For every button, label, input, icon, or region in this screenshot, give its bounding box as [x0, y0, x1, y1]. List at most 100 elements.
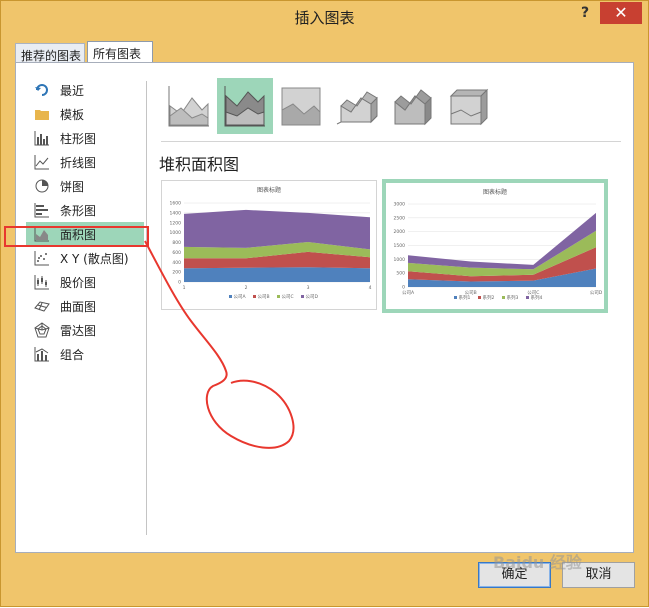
- area-series-4: [184, 209, 370, 250]
- y-tick-label: 1400: [170, 210, 182, 216]
- legend-label: 公司B: [258, 294, 270, 300]
- sidebar-item-column[interactable]: 柱形图: [26, 126, 144, 150]
- area-series-1: [184, 267, 370, 282]
- chart-svg: 0 200 400 600 800 1000 1200 1400 1600 1 2 3 4 公司A 公司B 公…: [170, 201, 372, 301]
- line-chart-icon: [34, 154, 50, 170]
- y-tick-label: 1000: [170, 230, 182, 236]
- y-tick-label: 2500: [394, 215, 406, 221]
- all-charts-panel: 最近 模板 柱形图 折线图 饼图 条形图 面积图 X Y (散点图) 股价图 曲…: [15, 62, 634, 553]
- subtype-3d-100-stacked-area[interactable]: [441, 78, 497, 134]
- insert-chart-dialog: 插入图表 ? ✕ 推荐的图表 所有图表 最近 模板 柱形图 折线图 饼图 条形图…: [0, 0, 649, 607]
- bar-chart-icon: [34, 202, 50, 218]
- chart-type-title: 堆积面积图: [159, 155, 240, 174]
- sidebar-item-line[interactable]: 折线图: [26, 150, 144, 174]
- y-tick-label: 400: [172, 260, 181, 266]
- chart-preview-2[interactable]: 图表标题 0 500 1000 1500 2000 2500 3000 公司A 公司B 公司C 公司…: [382, 179, 608, 313]
- legend-label: 公司C: [282, 294, 294, 300]
- close-button[interactable]: ✕: [600, 2, 642, 24]
- y-tick-label: 1000: [394, 257, 406, 263]
- sidebar-item-label: 组合: [60, 347, 85, 362]
- sidebar-item-label: 折线图: [60, 155, 97, 170]
- y-tick-label: 3000: [394, 202, 406, 208]
- sidebar-item-stock[interactable]: 股价图: [26, 270, 144, 294]
- 3d-area-subtype-icon: [336, 91, 378, 125]
- gallery-divider: [161, 141, 621, 142]
- y-tick-label: 0: [178, 280, 181, 286]
- pie-chart-icon: [34, 178, 50, 194]
- area-chart-icon: [34, 226, 50, 242]
- y-tick-label: 600: [172, 250, 181, 256]
- undo-icon: [34, 82, 50, 98]
- legend-label: 系列2: [483, 294, 495, 301]
- legend-swatch: [454, 296, 457, 299]
- legend-swatch: [526, 296, 529, 299]
- subtype-stacked-area[interactable]: [217, 78, 273, 134]
- sidebar-item-label: 条形图: [60, 203, 97, 218]
- subtype-100-stacked-area[interactable]: [273, 78, 329, 134]
- area-subtype-icon: [168, 86, 209, 127]
- legend-swatch: [478, 296, 481, 299]
- sidebar-item-label: X Y (散点图): [60, 251, 129, 266]
- 100-stacked-area-subtype-icon: [281, 87, 321, 126]
- sidebar-item-label: 曲面图: [60, 299, 97, 314]
- sidebar-item-templates[interactable]: 模板: [26, 102, 144, 126]
- sidebar-item-label: 雷达图: [60, 323, 97, 338]
- x-tick-label: 公司A: [402, 290, 415, 296]
- legend-label: 公司A: [234, 294, 247, 300]
- surface-chart-icon: [34, 298, 50, 314]
- sidebar-item-bar[interactable]: 条形图: [26, 198, 144, 222]
- y-tick-label: 800: [172, 240, 181, 246]
- sidebar-item-label: 最近: [60, 83, 85, 98]
- sidebar-item-label: 柱形图: [60, 131, 97, 146]
- 3d-100-stacked-area-subtype-icon: [449, 88, 489, 126]
- legend-swatch: [253, 295, 256, 298]
- dialog-title: 插入图表: [294, 9, 355, 27]
- sidebar-item-scatter[interactable]: X Y (散点图): [26, 246, 144, 270]
- x-tick-label: 2: [245, 285, 248, 291]
- sidebar-item-area[interactable]: 面积图: [26, 222, 144, 246]
- legend-label: 系列1: [459, 294, 471, 301]
- legend-swatch: [502, 296, 505, 299]
- tab-all-charts[interactable]: 所有图表: [87, 41, 153, 63]
- sidebar-item-radar[interactable]: 雷达图: [26, 318, 144, 342]
- combo-chart-icon: [34, 346, 50, 362]
- watermark: Baidu 经验: [493, 553, 582, 572]
- y-tick-label: 1200: [170, 220, 182, 226]
- x-tick-label: 3: [307, 285, 310, 291]
- subtype-3d-stacked-area[interactable]: [385, 78, 441, 134]
- legend-label: 系列4: [531, 294, 543, 301]
- title-bar: 插入图表 ? ✕: [1, 1, 648, 31]
- subtype-area[interactable]: [161, 78, 217, 134]
- tab-recommended-charts[interactable]: 推荐的图表: [15, 43, 85, 63]
- legend-swatch: [229, 295, 232, 298]
- 3d-stacked-area-subtype-icon: [394, 89, 432, 126]
- y-tick-label: 500: [396, 271, 405, 277]
- sidebar-item-label: 面积图: [60, 227, 97, 242]
- stacked-area-subtype-icon: [224, 86, 265, 127]
- sidebar-item-surface[interactable]: 曲面图: [26, 294, 144, 318]
- legend-swatch: [277, 295, 280, 298]
- x-tick-label: 1: [183, 285, 186, 291]
- y-tick-label: 1600: [170, 201, 182, 207]
- sidebar-item-recent[interactable]: 最近: [26, 78, 144, 102]
- sidebar-item-label: 模板: [60, 107, 85, 122]
- legend-swatch: [301, 295, 304, 298]
- subtype-3d-area[interactable]: [329, 78, 385, 134]
- radar-chart-icon: [34, 322, 50, 338]
- y-tick-label: 200: [172, 270, 181, 276]
- legend-label: 系列3: [507, 294, 519, 301]
- sidebar-item-pie[interactable]: 饼图: [26, 174, 144, 198]
- x-tick-label: 4: [369, 285, 372, 291]
- y-tick-label: 1500: [394, 243, 406, 249]
- chart-category-list: 最近 模板 柱形图 折线图 饼图 条形图 面积图 X Y (散点图) 股价图 曲…: [26, 78, 144, 366]
- scatter-chart-icon: [34, 250, 50, 266]
- chart-preview-1[interactable]: 图表标题 0 200 400 600 800 1000 1200 1400 1600 1 2 3 4 公司…: [161, 180, 377, 310]
- chart-svg: 050010001500200025003000公司A 公司B 公司C 公司D系列1 系…: [394, 202, 603, 302]
- help-button[interactable]: ?: [578, 5, 592, 21]
- sidebar-item-label: 饼图: [60, 179, 85, 194]
- sidebar-item-combo[interactable]: 组合: [26, 342, 144, 366]
- column-chart-icon: [34, 130, 50, 146]
- y-tick-label: 2000: [394, 229, 406, 235]
- folder-icon: [34, 106, 50, 122]
- x-tick-label: 公司D: [590, 290, 603, 296]
